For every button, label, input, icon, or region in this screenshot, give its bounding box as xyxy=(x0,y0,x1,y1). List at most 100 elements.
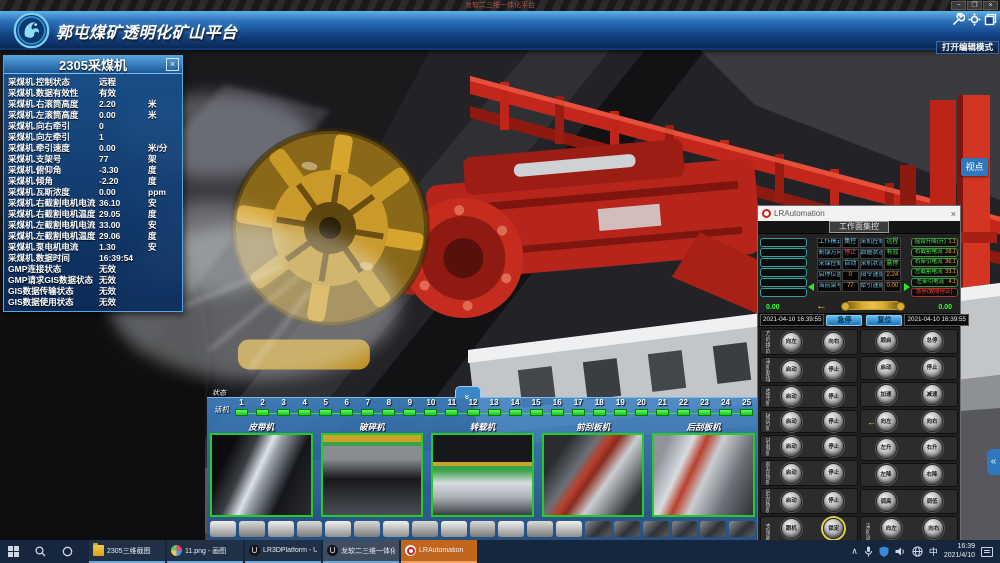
search-button[interactable] xyxy=(27,540,54,563)
channel-indicator[interactable]: 2 xyxy=(252,398,273,420)
taskbar-item[interactable]: LRAutomation xyxy=(401,540,477,563)
channel-indicator[interactable]: 4 xyxy=(294,398,315,420)
network-globe-icon[interactable] xyxy=(912,546,923,557)
taskbar-item[interactable]: LR3DPlatform - U... xyxy=(245,540,321,563)
channel-indicator[interactable]: 5 xyxy=(315,398,336,420)
mode-button[interactable] xyxy=(760,248,807,257)
channel-indicator[interactable]: 1 xyxy=(231,398,252,420)
filmstrip-item[interactable] xyxy=(210,521,236,537)
filmstrip-item[interactable] xyxy=(325,521,351,537)
channel-indicator[interactable]: 16 xyxy=(547,398,568,420)
control-button[interactable]: 启动 xyxy=(876,358,897,379)
camera-feed[interactable]: 后刮板机 xyxy=(652,421,755,517)
gear-settings-icon[interactable] xyxy=(968,13,981,26)
channel-indicator[interactable]: 15 xyxy=(526,398,547,420)
taskbar-item[interactable]: 11.png - 画图 xyxy=(167,540,243,563)
control-button[interactable]: 减速 xyxy=(922,384,943,405)
collapse-strip-button[interactable]: » xyxy=(455,386,481,398)
clock[interactable]: 16:392021/4/10 xyxy=(944,543,975,560)
channel-indicator[interactable]: 20 xyxy=(631,398,652,420)
channel-indicator[interactable]: 22 xyxy=(673,398,694,420)
filmstrip-item[interactable] xyxy=(297,521,323,537)
cortana-button[interactable] xyxy=(54,540,81,563)
reset-button[interactable]: 复位 xyxy=(866,315,902,326)
control-button[interactable]: 加速 xyxy=(876,384,897,405)
lra-titlebar[interactable]: LRAutomation × xyxy=(758,206,960,221)
taskbar-item[interactable]: 龙软二三维一体化... xyxy=(323,540,399,563)
control-button[interactable]: 停止 xyxy=(823,411,844,432)
close-button[interactable]: × xyxy=(983,1,998,10)
mode-button[interactable] xyxy=(760,278,807,287)
filmstrip-item[interactable] xyxy=(354,521,380,537)
filmstrip-item[interactable] xyxy=(498,521,524,537)
telemetry-button[interactable]: 摇臂升降(开)1.1 xyxy=(911,238,958,247)
control-button[interactable]: 顺启 xyxy=(876,331,897,352)
channel-indicator[interactable]: 10 xyxy=(420,398,441,420)
filmstrip-item[interactable] xyxy=(383,521,409,537)
filmstrip-item[interactable] xyxy=(614,521,640,537)
maximize-button[interactable]: ❐ xyxy=(967,1,982,10)
channel-indicator[interactable]: 23 xyxy=(694,398,715,420)
filmstrip-item[interactable] xyxy=(527,521,553,537)
channel-indicator[interactable]: 8 xyxy=(378,398,399,420)
security-shield-icon[interactable] xyxy=(879,546,889,557)
control-button[interactable]: 停止 xyxy=(823,463,844,484)
filmstrip-item[interactable] xyxy=(441,521,467,537)
mode-button[interactable] xyxy=(760,258,807,267)
telemetry-button[interactable]: 右截割电流28.1 xyxy=(911,248,958,257)
control-button[interactable]: 左降 xyxy=(876,464,897,485)
channel-indicator[interactable]: 21 xyxy=(652,398,673,420)
open-edit-mode-button[interactable]: 打开编辑模式 xyxy=(936,41,999,54)
panel-collapse-tab[interactable]: « xyxy=(987,449,1000,475)
filmstrip-item[interactable] xyxy=(585,521,611,537)
camera-feed[interactable]: 皮带机 xyxy=(210,421,313,517)
control-button[interactable]: 启动 xyxy=(781,491,802,512)
filmstrip-item[interactable] xyxy=(268,521,294,537)
control-button[interactable]: 右降 xyxy=(922,464,943,485)
control-button[interactable]: 左升 xyxy=(876,438,897,459)
close-icon[interactable]: × xyxy=(951,209,956,219)
tray-expand-icon[interactable]: ∧ xyxy=(851,540,858,563)
control-button[interactable]: 向右 xyxy=(922,411,943,432)
control-button[interactable]: 调高 xyxy=(876,491,897,512)
control-button[interactable]: 向左 xyxy=(881,518,902,539)
control-button[interactable]: 向右 xyxy=(923,518,944,539)
viewpoint-button[interactable]: 视点 xyxy=(961,158,988,176)
control-button[interactable]: 启动 xyxy=(781,411,802,432)
control-button[interactable]: 停止 xyxy=(823,386,844,407)
wrench-tool-icon[interactable] xyxy=(952,13,965,26)
control-button[interactable]: 向右 xyxy=(823,332,844,353)
panel-header[interactable]: 2305采煤机 × xyxy=(4,56,182,74)
channel-indicator[interactable]: 18 xyxy=(589,398,610,420)
control-button[interactable]: 停止 xyxy=(823,491,844,512)
control-button[interactable]: 启动 xyxy=(781,360,802,381)
camera-feed[interactable]: 转载机 xyxy=(431,421,534,517)
filmstrip-item[interactable] xyxy=(700,521,726,537)
channel-indicator[interactable]: 25 xyxy=(736,398,757,420)
taskbar-item[interactable]: 2305三维截图 xyxy=(89,540,165,563)
restore-window-icon[interactable] xyxy=(984,13,997,26)
notification-center-icon[interactable] xyxy=(981,547,993,557)
filmstrip-item[interactable] xyxy=(729,521,755,537)
channel-indicator[interactable]: 7 xyxy=(357,398,378,420)
close-icon[interactable]: × xyxy=(166,58,179,71)
tab-workface-control[interactable]: 工作面集控 xyxy=(829,221,889,233)
mode-button[interactable] xyxy=(760,268,807,277)
start-button[interactable] xyxy=(0,540,27,563)
estop-button[interactable]: 急停 xyxy=(826,315,862,326)
channel-indicator[interactable]: 13 xyxy=(484,398,505,420)
control-button[interactable]: 启动 xyxy=(781,463,802,484)
control-button[interactable]: 调低 xyxy=(922,491,943,512)
mode-button[interactable] xyxy=(760,288,807,297)
channel-indicator[interactable]: 12 xyxy=(463,398,484,420)
control-button[interactable]: 停止 xyxy=(823,360,844,381)
microphone-icon[interactable] xyxy=(864,546,873,557)
channel-indicator[interactable]: 17 xyxy=(568,398,589,420)
channel-indicator[interactable]: 11 xyxy=(441,398,462,420)
control-button[interactable]: 跟机 xyxy=(781,518,802,539)
filmstrip-item[interactable] xyxy=(412,521,438,537)
minimize-button[interactable]: − xyxy=(951,1,966,10)
ime-indicator[interactable]: 中 xyxy=(929,545,938,558)
control-button[interactable]: 启动 xyxy=(781,386,802,407)
channel-indicator[interactable]: 19 xyxy=(610,398,631,420)
